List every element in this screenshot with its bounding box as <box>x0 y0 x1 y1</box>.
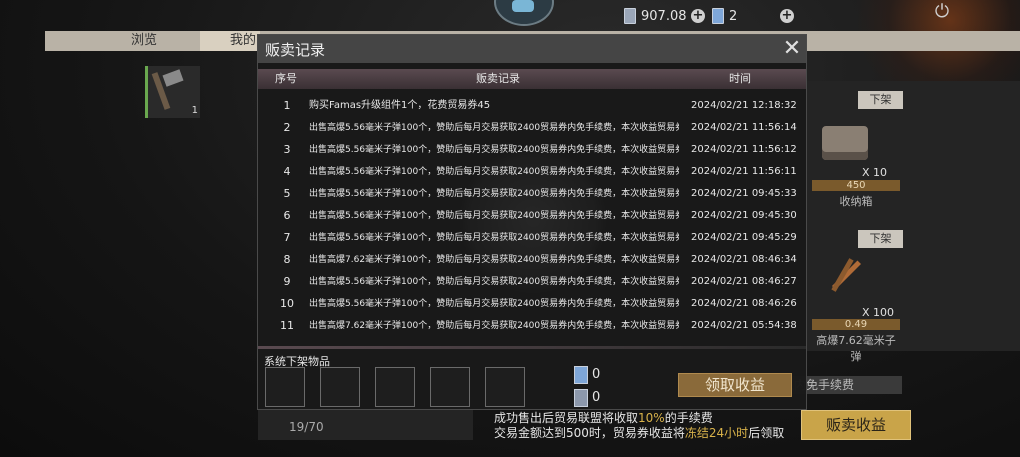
power-icon[interactable]: ⏻ <box>932 2 952 22</box>
row-time: 2024/02/21 09:45:30 <box>691 210 797 221</box>
reward-premium: 0 <box>592 367 601 382</box>
listing-price-1: 450 <box>812 180 900 191</box>
row-time: 2024/02/21 09:45:33 <box>691 188 797 199</box>
row-index: 8 <box>283 253 291 266</box>
hammer-head <box>162 69 184 87</box>
row-index: 11 <box>280 319 294 332</box>
premium-currency-amount: 2 <box>729 8 738 24</box>
table-row: 11 出售高爆7.62毫米子弹100个，赞助后每月交易获取2400贸易券内免手续费… <box>258 315 806 337</box>
row-record: 出售高爆5.56毫米子弹100个，赞助后每月交易获取2400贸易券内免手续费，本… <box>309 233 679 243</box>
capacity-counter: 19/70 <box>289 420 324 434</box>
ammo-stick <box>831 258 854 292</box>
listing-qty-1: X 10 <box>862 166 888 179</box>
table-row: 8 出售高爆7.62毫米子弹100个，赞助后每月交易获取2400贸易券内免手续费，… <box>258 249 806 271</box>
row-index: 4 <box>283 165 291 178</box>
row-time: 2024/02/21 11:56:14 <box>691 122 797 133</box>
tab-mine[interactable]: 我的 <box>200 31 260 51</box>
trade-voucher-icon <box>574 389 588 407</box>
premium-currency-icon <box>574 366 588 384</box>
table-row: 5 出售高爆5.56毫米子弹100个，赞助后每月交易获取2400贸易券内免手续费，… <box>258 183 806 205</box>
row-time: 2024/02/21 11:56:11 <box>691 166 797 177</box>
ammo-icon <box>828 257 864 293</box>
trade-voucher-balance: 907.08 <box>624 8 687 24</box>
row-index: 5 <box>283 187 291 200</box>
row-index: 1 <box>283 99 291 112</box>
unlisted-slot[interactable] <box>265 367 305 407</box>
sales-record-dialog: 贩卖记录 ✕ 序号 贩卖记录 时间 1 购买Famas升级组件1个，花费贸易券45… <box>257 34 807 410</box>
row-record: 出售高爆5.56毫米子弹100个，赞助后每月交易获取2400贸易券内免手续费，本… <box>309 145 679 155</box>
sell-income-button[interactable]: 贩卖收益 <box>801 410 911 440</box>
row-index: 10 <box>280 297 294 310</box>
reward-voucher: 0 <box>592 390 601 405</box>
table-header: 序号 贩卖记录 时间 <box>258 69 806 89</box>
listing-name-2: 高爆7.62毫米子弹 <box>816 334 896 363</box>
tab-browse[interactable]: 浏览 <box>131 31 157 51</box>
unlisted-slot[interactable] <box>375 367 415 407</box>
header-time: 时间 <box>729 72 751 85</box>
row-record: 出售高爆5.56毫米子弹100个，赞助后每月交易获取2400贸易券内免手续费，本… <box>309 299 679 309</box>
close-icon[interactable]: ✕ <box>781 38 803 60</box>
row-time: 2024/02/21 12:18:32 <box>691 100 797 111</box>
row-record: 出售高爆7.62毫米子弹100个，赞助后每月交易获取2400贸易券内免手续费，本… <box>309 255 679 265</box>
row-record: 出售高爆5.56毫米子弹100个，赞助后每月交易获取2400贸易券内免手续费，本… <box>309 277 679 287</box>
row-record: 出售高爆5.56毫米子弹100个，赞助后每月交易获取2400贸易券内免手续费，本… <box>309 167 679 177</box>
notice-line-2: 交易金额达到500时，贸易券收益将冻结24小时后领取 <box>494 426 785 440</box>
table-row: 10 出售高爆5.56毫米子弹100个，赞助后每月交易获取2400贸易券内免手续费… <box>258 293 806 315</box>
row-time: 2024/02/21 08:46:34 <box>691 254 797 265</box>
table-row: 7 出售高爆5.56毫米子弹100个，赞助后每月交易获取2400贸易券内免手续费，… <box>258 227 806 249</box>
dialog-title: 贩卖记录 <box>265 41 326 59</box>
row-record: 出售高爆5.56毫米子弹100个，赞助后每月交易获取2400贸易券内免手续费，本… <box>309 189 679 199</box>
row-index: 2 <box>283 121 291 134</box>
add-voucher-button[interactable]: + <box>691 9 705 23</box>
table-row: 2 出售高爆5.56毫米子弹100个，赞助后每月交易获取2400贸易券内免手续费，… <box>258 117 806 139</box>
dialog-header: 贩卖记录 ✕ <box>258 35 806 63</box>
divider <box>258 346 806 349</box>
unlisted-slot[interactable] <box>485 367 525 407</box>
table-row: 4 出售高爆5.56毫米子弹100个，赞助后每月交易获取2400贸易券内免手续费，… <box>258 161 806 183</box>
inventory-slot[interactable]: 1 <box>145 66 200 118</box>
premium-currency-icon <box>712 8 724 24</box>
table-row: 6 出售高爆5.56毫米子弹100个，赞助后每月交易获取2400贸易券内免手续费，… <box>258 205 806 227</box>
storage-box-icon <box>822 126 868 160</box>
row-time: 2024/02/21 11:56:12 <box>691 144 797 155</box>
row-time: 2024/02/21 08:46:27 <box>691 276 797 287</box>
row-index: 7 <box>283 231 291 244</box>
unlist-button-1[interactable]: 下架 <box>858 91 903 109</box>
unlisted-slot[interactable] <box>320 367 360 407</box>
record-list[interactable]: 1 购买Famas升级组件1个，花费贸易券45 2024/02/21 12:18:3… <box>258 95 806 345</box>
header-record: 贩卖记录 <box>476 72 520 85</box>
listing-price-2: 0.49 <box>812 319 900 330</box>
trade-voucher-icon <box>624 8 636 24</box>
row-record: 购买Famas升级组件1个，花费贸易券45 <box>309 100 491 111</box>
table-row: 9 出售高爆5.56毫米子弹100个，赞助后每月交易获取2400贸易券内免手续费，… <box>258 271 806 293</box>
fee-notice: 成功售出后贸易联盟将收取10%的手续费 交易金额达到500时，贸易券收益将冻结2… <box>494 411 784 441</box>
header-index: 序号 <box>275 72 297 85</box>
row-index: 6 <box>283 209 291 222</box>
unlist-button-2[interactable]: 下架 <box>858 230 903 248</box>
row-index: 9 <box>283 275 291 288</box>
premium-currency-balance: 2 <box>712 8 737 24</box>
table-row: 1 购买Famas升级组件1个，花费贸易券45 2024/02/21 12:18:3… <box>258 95 806 117</box>
row-index: 3 <box>283 143 291 156</box>
notice-line-1: 成功售出后贸易联盟将收取10%的手续费 <box>494 411 713 425</box>
table-row: 3 出售高爆5.56毫米子弹100个，赞助后每月交易获取2400贸易券内免手续费，… <box>258 139 806 161</box>
listing-name-1: 收纳箱 <box>839 195 873 208</box>
claim-income-button[interactable]: 领取收益 <box>678 373 792 397</box>
row-record: 出售高爆5.56毫米子弹100个，赞助后每月交易获取2400贸易券内免手续费，本… <box>309 211 679 221</box>
row-time: 2024/02/21 05:54:38 <box>691 320 797 331</box>
trade-voucher-amount: 907.08 <box>641 8 687 24</box>
listing-qty-2: X 100 <box>862 306 895 319</box>
row-record: 出售高爆5.56毫米子弹100个，赞助后每月交易获取2400贸易券内免手续费，本… <box>309 123 679 133</box>
add-premium-button[interactable]: + <box>780 9 794 23</box>
unlisted-slot[interactable] <box>430 367 470 407</box>
row-time: 2024/02/21 08:46:26 <box>691 298 797 309</box>
slot-quantity: 1 <box>191 105 198 116</box>
row-time: 2024/02/21 09:45:29 <box>691 232 797 243</box>
row-record: 出售高爆7.62毫米子弹100个，赞助后每月交易获取2400贸易券内免手续费，本… <box>309 321 679 331</box>
